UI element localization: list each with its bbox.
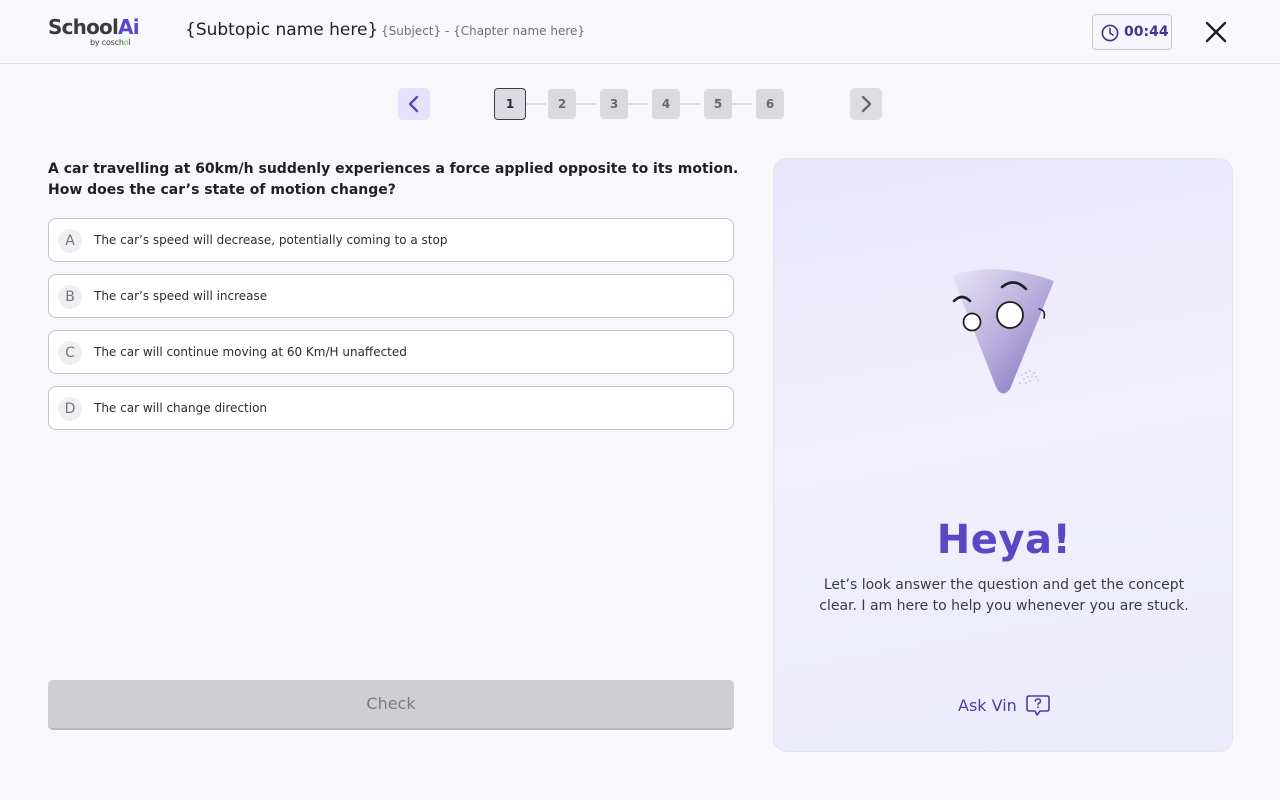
logo-byline: by cosch xyxy=(90,38,124,47)
answer-option-b[interactable]: B The car’s speed will increase xyxy=(48,274,734,318)
chevron-left-icon xyxy=(408,95,419,113)
clock-icon xyxy=(1101,24,1119,42)
option-text: The car’s speed will increase xyxy=(94,289,268,303)
answer-option-c[interactable]: C The car will continue moving at 60 Km/… xyxy=(48,330,734,374)
schoolai-logo[interactable]: SchoolAi by coschol xyxy=(48,15,140,49)
logo-text: School xyxy=(48,15,119,39)
close-icon xyxy=(1205,21,1227,43)
step-5[interactable]: 5 xyxy=(704,89,732,119)
step-6[interactable]: 6 xyxy=(756,89,784,119)
option-letter: C xyxy=(58,341,82,365)
answer-option-a[interactable]: A The car’s speed will decrease, potenti… xyxy=(48,218,734,262)
question-text: A car travelling at 60km/h suddenly expe… xyxy=(48,161,739,198)
question-bubble-icon xyxy=(1026,695,1050,716)
step-3[interactable]: 3 xyxy=(600,89,628,119)
option-text: The car will continue moving at 60 Km/H … xyxy=(94,345,407,359)
step-connector xyxy=(680,103,700,105)
option-text: The car will change direction xyxy=(94,401,268,415)
timer-display: 00:44 xyxy=(1092,14,1172,50)
logo-byline-end: l xyxy=(128,38,131,47)
panel-heading: Heya! xyxy=(936,517,1072,563)
option-letter: D xyxy=(58,397,82,421)
subject-chapter-label: {Subject} - {Chapter name here} xyxy=(381,24,586,38)
step-2[interactable]: 2 xyxy=(548,89,576,119)
subtopic-title: {Subtopic name here} xyxy=(185,20,379,40)
step-1[interactable]: 1 xyxy=(494,88,526,120)
step-connector xyxy=(526,103,546,105)
panel-message: Let’s look answer the question and get t… xyxy=(819,577,1189,614)
vin-mascot-illustration xyxy=(952,269,1054,394)
answer-option-d[interactable]: D The car will change direction xyxy=(48,386,734,430)
step-connector xyxy=(628,103,648,105)
logo-ai-text: Ai xyxy=(118,15,140,39)
close-button[interactable] xyxy=(1204,20,1228,44)
next-question-button[interactable] xyxy=(850,88,882,120)
timer-value: 00:44 xyxy=(1124,24,1169,40)
option-letter: B xyxy=(58,285,82,309)
assistant-panel: Heya! Let’s look answer the question and… xyxy=(773,158,1233,752)
ask-vin-label: Ask Vin xyxy=(958,696,1017,715)
step-connector xyxy=(732,103,752,105)
check-button[interactable]: Check xyxy=(48,680,734,730)
chevron-right-icon xyxy=(861,95,872,113)
option-text: The car’s speed will decrease, potential… xyxy=(94,233,448,247)
header-bar: SchoolAi by coschol {Subtopic name here}… xyxy=(0,0,1280,64)
step-connector xyxy=(576,103,596,105)
previous-question-button[interactable] xyxy=(398,88,430,120)
option-letter: A xyxy=(58,229,82,253)
step-4[interactable]: 4 xyxy=(652,89,680,119)
